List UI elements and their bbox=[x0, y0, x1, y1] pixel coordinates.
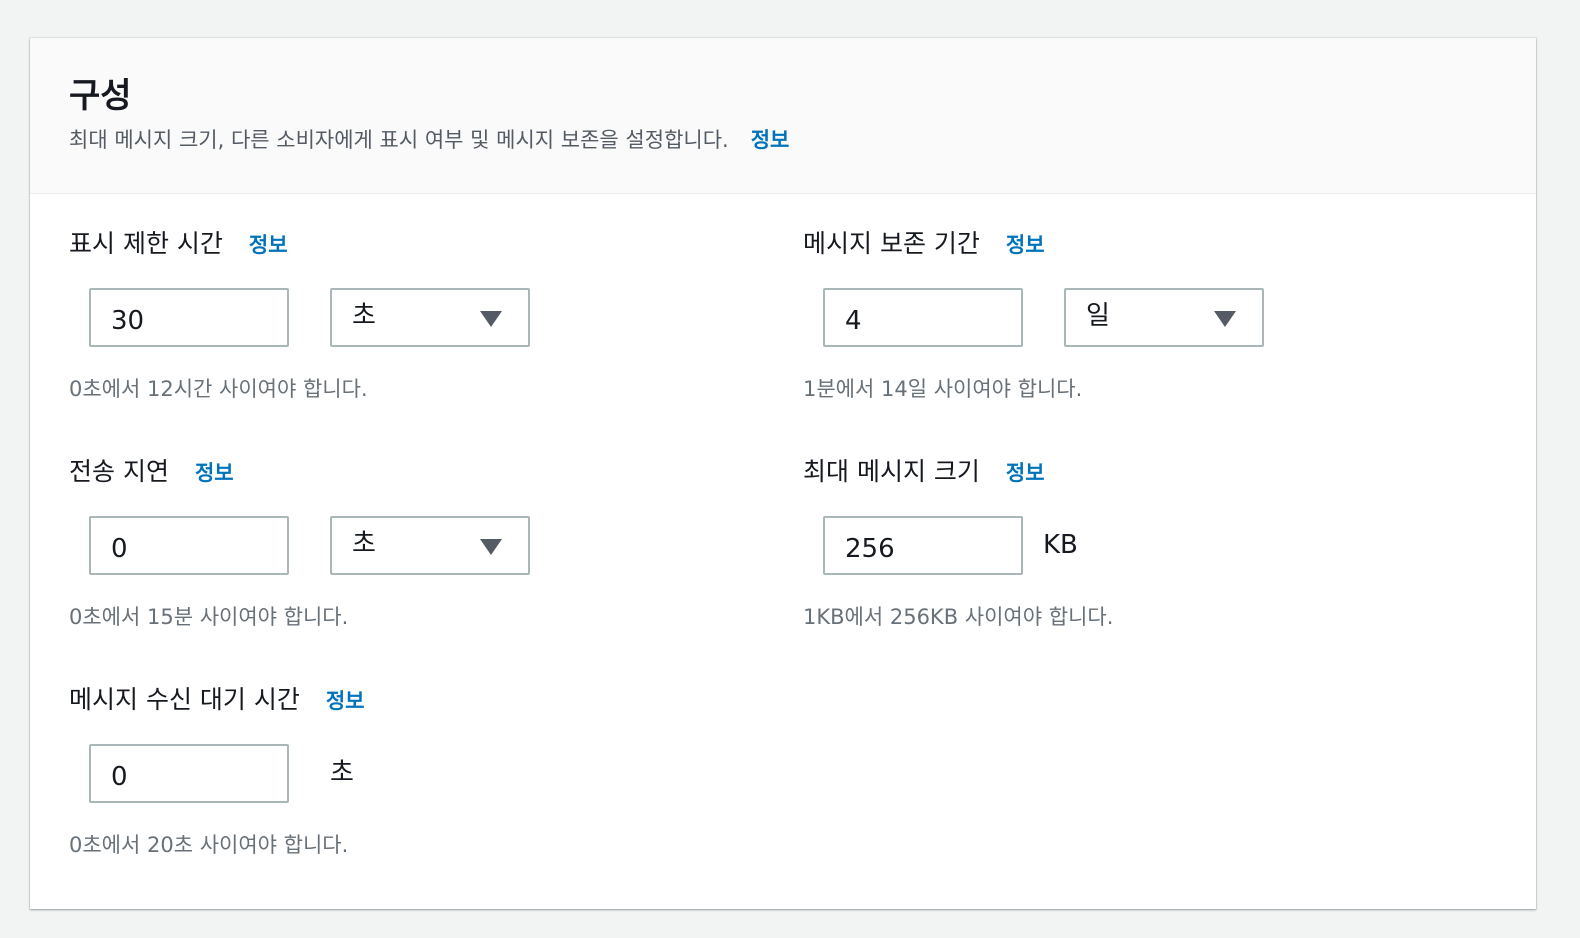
message-retention-unit-value: 일 bbox=[1086, 301, 1110, 331]
delivery-delay-hint: 0초에서 15분 사이여야 합니다. bbox=[69, 605, 349, 629]
message-retention-unit-select[interactable]: 일 bbox=[1064, 288, 1264, 347]
visibility-timeout-label-text: 표시 제한 시간 bbox=[69, 229, 223, 258]
visibility-timeout-hint: 0초에서 12시간 사이여야 합니다. bbox=[69, 377, 368, 401]
receive-wait-time-unit: 초 bbox=[330, 758, 354, 788]
message-retention-hint: 1분에서 14일 사이여야 합니다. bbox=[803, 377, 1083, 401]
max-message-size-input[interactable] bbox=[823, 516, 1023, 575]
delivery-delay-info-link[interactable]: 정보 bbox=[195, 461, 234, 485]
panel-info-link[interactable]: 정보 bbox=[751, 128, 790, 152]
panel-title: 구성 bbox=[69, 76, 132, 116]
max-message-size-label: 최대 메시지 크기 정보 bbox=[803, 455, 1045, 490]
delivery-delay-unit-select[interactable]: 초 bbox=[330, 516, 530, 575]
visibility-timeout-unit-value: 초 bbox=[352, 301, 376, 331]
message-retention-label: 메시지 보존 기간 정보 bbox=[803, 227, 1045, 262]
visibility-timeout-label: 표시 제한 시간 정보 bbox=[69, 227, 288, 262]
panel-description-text: 최대 메시지 크기, 다른 소비자에게 표시 여부 및 메시지 보존을 설정합니… bbox=[69, 128, 729, 152]
max-message-size-unit: KB bbox=[1043, 530, 1078, 560]
delivery-delay-input[interactable] bbox=[89, 516, 289, 575]
delivery-delay-label: 전송 지연 정보 bbox=[69, 455, 234, 490]
visibility-timeout-unit-select[interactable]: 초 bbox=[330, 288, 530, 347]
delivery-delay-unit-value: 초 bbox=[352, 529, 376, 559]
caret-down-icon bbox=[480, 311, 502, 327]
max-message-size-info-link[interactable]: 정보 bbox=[1006, 461, 1045, 485]
delivery-delay-label-text: 전송 지연 bbox=[69, 457, 169, 486]
visibility-timeout-info-link[interactable]: 정보 bbox=[249, 233, 288, 257]
message-retention-label-text: 메시지 보존 기간 bbox=[803, 229, 980, 258]
panel-header: 구성 최대 메시지 크기, 다른 소비자에게 표시 여부 및 메시지 보존을 설… bbox=[30, 38, 1536, 194]
max-message-size-label-text: 최대 메시지 크기 bbox=[803, 457, 980, 486]
panel-description: 최대 메시지 크기, 다른 소비자에게 표시 여부 및 메시지 보존을 설정합니… bbox=[69, 126, 789, 154]
receive-wait-time-label: 메시지 수신 대기 시간 정보 bbox=[69, 683, 364, 718]
receive-wait-time-hint: 0초에서 20초 사이여야 합니다. bbox=[69, 833, 349, 857]
caret-down-icon bbox=[1214, 311, 1236, 327]
configuration-panel: 구성 최대 메시지 크기, 다른 소비자에게 표시 여부 및 메시지 보존을 설… bbox=[30, 38, 1536, 909]
message-retention-input[interactable] bbox=[823, 288, 1023, 347]
message-retention-info-link[interactable]: 정보 bbox=[1006, 233, 1045, 257]
visibility-timeout-input[interactable] bbox=[89, 288, 289, 347]
receive-wait-time-info-link[interactable]: 정보 bbox=[326, 689, 365, 713]
caret-down-icon bbox=[480, 539, 502, 555]
max-message-size-hint: 1KB에서 256KB 사이여야 합니다. bbox=[803, 605, 1114, 629]
receive-wait-time-input[interactable] bbox=[89, 744, 289, 803]
receive-wait-time-label-text: 메시지 수신 대기 시간 bbox=[69, 685, 300, 714]
